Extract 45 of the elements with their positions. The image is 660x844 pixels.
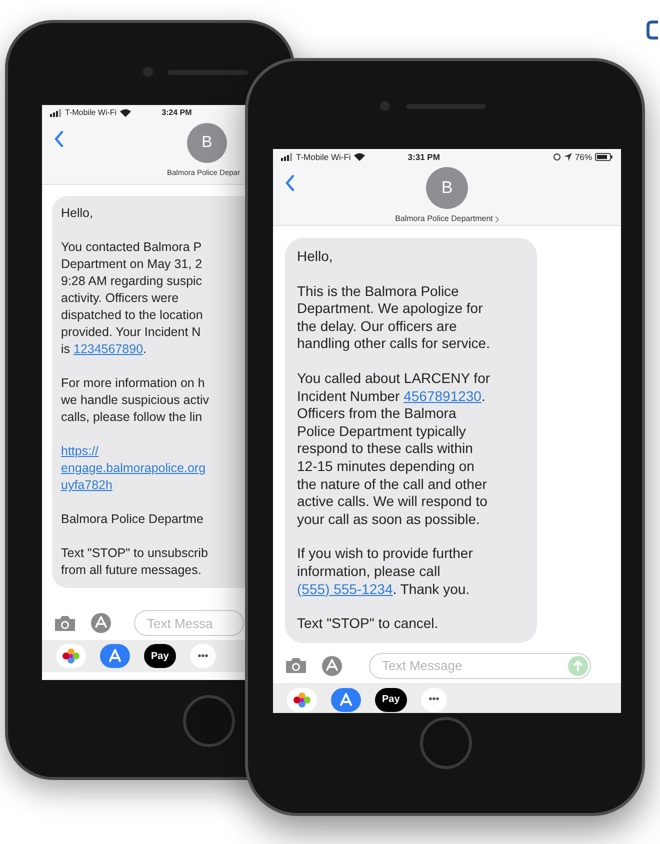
status-time: 3:24 PM [162, 107, 192, 119]
chevron-right-icon [494, 216, 499, 222]
signal-icon [50, 109, 62, 117]
message-paragraph: Hello, [61, 205, 94, 222]
message-paragraph: This is the Balmora Police Department. We apologize for the delay. Our officers are handling other calls for service. [297, 282, 491, 353]
message-paragraph: For more information on h we handle suspicious activ calls, please follow the lin [61, 375, 210, 426]
phone-number-link[interactable]: 4567891230 [404, 388, 482, 404]
app-store-icon[interactable] [90, 612, 112, 634]
message-paragraph: Text "STOP" to unsubscrib from all future messages. [61, 545, 209, 579]
signal-icon [281, 153, 293, 161]
location-icon [564, 153, 572, 161]
carrier-label: T-Mobile Wi-Fi [296, 150, 351, 164]
app-store-icon[interactable] [100, 644, 130, 668]
more-apps-button[interactable]: ••• [420, 688, 448, 712]
back-chevron-icon[interactable] [54, 131, 64, 147]
bracket-icon [646, 20, 658, 40]
camera-icon[interactable] [54, 614, 76, 632]
status-time: 3:31 PM [408, 150, 440, 164]
camera-icon[interactable] [285, 657, 307, 674]
message-input-field[interactable]: Text Messa [134, 610, 244, 636]
phone-number-link[interactable]: 1234567890 [74, 342, 144, 356]
wifi-icon [354, 153, 365, 161]
phone-number-link[interactable]: (555) 555-1234 [297, 580, 393, 596]
message-paragraph: Balmora Police Departme [61, 511, 204, 528]
apple-pay-button[interactable]: Pay [375, 688, 407, 712]
battery-percent: 76% [574, 150, 592, 164]
carrier-label: T-Mobile Wi-Fi [65, 107, 117, 119]
app-store-icon[interactable] [331, 688, 361, 712]
photos-flower-icon[interactable] [56, 644, 86, 668]
rotation-lock-icon [552, 153, 561, 161]
battery-icon [595, 153, 613, 161]
back-chevron-icon[interactable] [285, 175, 295, 191]
wifi-icon [120, 109, 131, 117]
message-link[interactable]: https:// engage.balmorapolice.org uyfa782h [61, 443, 206, 494]
message-paragraph: If you wish to provide further information, please call (555) 555-1234. Thank you. [297, 545, 474, 598]
contact-name[interactable]: Balmora Police Department [395, 213, 493, 225]
apple-pay-button[interactable]: Pay [144, 644, 176, 668]
home-button[interactable] [183, 695, 235, 747]
message-input-field[interactable]: Text Message [369, 652, 591, 679]
message-paragraph: You called about LARCENY for Incident Number 4567891230. Officers from the Balmora Police Department typically respond to these calls within 12-15 minutes depending on the nature of the call and other active calls. We will respond to your call as soon as possible. [297, 370, 492, 528]
message-paragraph: Text "STOP" to cancel. [297, 615, 440, 633]
photos-flower-icon[interactable] [287, 688, 317, 712]
app-store-icon[interactable] [321, 654, 343, 677]
message-paragraph: Hello, [297, 248, 334, 266]
more-apps-button[interactable]: ••• [190, 644, 216, 668]
